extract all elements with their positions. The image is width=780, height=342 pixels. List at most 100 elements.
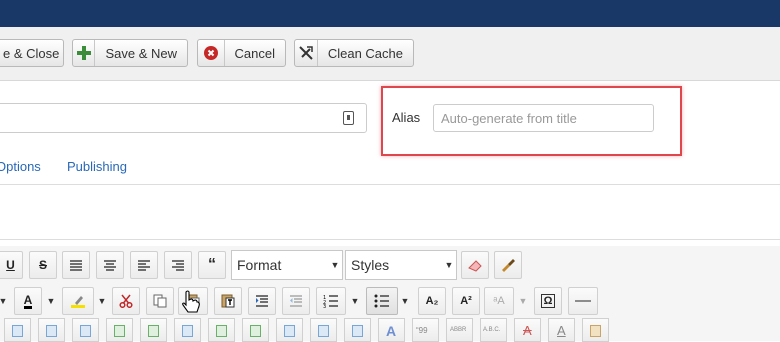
editor-divider — [0, 239, 780, 240]
special-char-button[interactable]: Ω — [534, 287, 562, 315]
horizontal-rule-button[interactable] — [568, 287, 598, 315]
chevron-down-icon[interactable]: ▼ — [0, 287, 10, 315]
chevron-down-icon: ▼ — [330, 260, 340, 270]
chevron-down-icon[interactable]: ▼ — [95, 287, 109, 315]
align-center-icon — [104, 260, 116, 271]
deletion-icon: A — [523, 323, 532, 338]
abbr-icon: ABBR — [450, 327, 467, 333]
clean-cache-label: Clean Cache — [327, 45, 403, 61]
flash-icon — [295, 40, 318, 66]
row-delete-button[interactable] — [174, 318, 201, 342]
col-after-button[interactable] — [242, 318, 269, 342]
cancel-label: Cancel — [234, 45, 275, 61]
alias-input[interactable] — [433, 104, 654, 132]
svg-text:3: 3 — [323, 304, 326, 308]
bullet-list-button[interactable] — [366, 287, 398, 315]
table-props-icon — [46, 325, 57, 337]
superscript-button[interactable]: A² — [452, 287, 480, 315]
copy-button[interactable] — [146, 287, 174, 315]
numbered-list-icon: 123 — [323, 295, 338, 308]
text-case-icon: ᵃA — [493, 295, 505, 307]
align-left-icon — [138, 260, 150, 271]
top-navbar — [0, 0, 780, 27]
indent-button[interactable] — [248, 287, 276, 315]
chevron-down-icon[interactable]: ▼ — [44, 287, 58, 315]
acronym-icon: A.B.C. — [483, 327, 501, 333]
cut-button[interactable] — [112, 287, 140, 315]
chevron-down-icon[interactable]: ▼ — [348, 287, 362, 315]
alias-label: Alias — [392, 110, 421, 125]
table-icon — [12, 325, 23, 337]
tab-publishing[interactable]: Publishing — [67, 159, 127, 174]
bullet-list-icon — [374, 294, 389, 308]
align-justify-icon — [70, 260, 82, 271]
chevron-down-icon[interactable]: ▼ — [516, 287, 530, 315]
numbered-list-button[interactable]: 123 — [316, 287, 346, 315]
character-case-button[interactable]: ᵃA — [484, 287, 514, 315]
outdent-button[interactable] — [282, 287, 310, 315]
merge-cells-icon — [318, 325, 329, 337]
deletion-button[interactable]: A — [514, 318, 541, 342]
style-button[interactable]: A — [378, 318, 405, 342]
eraser-icon — [468, 260, 482, 272]
brush-icon — [502, 259, 515, 272]
row-delete-icon — [182, 325, 193, 337]
row-after-button[interactable] — [140, 318, 167, 342]
acronym-button[interactable]: A.B.C. — [480, 318, 507, 342]
abbr-button[interactable]: ABBR — [446, 318, 473, 342]
format-select-label: Format — [237, 257, 282, 273]
row-before-icon — [114, 325, 125, 337]
quote-marks-icon: “99 — [416, 326, 428, 335]
cancel-button[interactable]: Cancel — [197, 39, 286, 67]
paste-text-icon — [221, 294, 235, 308]
omega-icon: Ω — [540, 294, 556, 308]
table-props-button[interactable] — [38, 318, 65, 342]
font-color-glyph: A — [23, 292, 33, 309]
copy-icon — [153, 294, 167, 308]
split-cells-icon — [352, 325, 363, 337]
row-before-button[interactable] — [106, 318, 133, 342]
align-right-icon — [172, 260, 184, 271]
paint-format-button[interactable] — [494, 251, 522, 279]
merge-cells-button[interactable] — [310, 318, 337, 342]
lock-icon[interactable] — [343, 111, 354, 125]
align-right-button[interactable] — [164, 251, 192, 279]
font-color-button[interactable]: A — [14, 287, 42, 315]
paste-text-button[interactable] — [214, 287, 242, 315]
align-justify-button[interactable] — [62, 251, 90, 279]
highlight-button[interactable] — [62, 287, 94, 315]
insertion-icon: A — [557, 323, 566, 338]
save-close-button[interactable]: e & Close — [0, 39, 64, 67]
quote-button[interactable]: “99 — [412, 318, 439, 342]
remove-format-button[interactable] — [461, 251, 489, 279]
attributes-icon — [590, 325, 601, 337]
blockquote-button[interactable]: “ — [198, 251, 226, 279]
underline-button[interactable]: U — [0, 251, 23, 279]
format-select[interactable]: Format ▼ — [231, 250, 343, 280]
style-icon: A — [386, 323, 397, 339]
clean-cache-button[interactable]: Clean Cache — [294, 39, 414, 67]
styles-select[interactable]: Styles ▼ — [345, 250, 457, 280]
highlighter-icon — [71, 296, 85, 308]
split-cells-button[interactable] — [344, 318, 371, 342]
col-after-icon — [250, 325, 261, 337]
align-left-button[interactable] — [130, 251, 158, 279]
chevron-down-icon[interactable]: ▼ — [398, 287, 412, 315]
title-input[interactable] — [0, 103, 367, 133]
align-center-button[interactable] — [96, 251, 124, 279]
attributes-button[interactable] — [582, 318, 609, 342]
table-delete-button[interactable] — [72, 318, 99, 342]
save-new-button[interactable]: Save & New — [72, 39, 188, 67]
col-before-button[interactable] — [208, 318, 235, 342]
tab-options[interactable]: Options — [0, 159, 41, 174]
subscript-button[interactable]: A₂ — [418, 287, 446, 315]
cancel-icon — [198, 40, 225, 66]
strikethrough-button[interactable]: S — [29, 251, 57, 279]
col-delete-button[interactable] — [276, 318, 303, 342]
styles-select-label: Styles — [351, 257, 390, 273]
insertion-button[interactable]: A — [548, 318, 575, 342]
table-button[interactable] — [4, 318, 31, 342]
row-after-icon — [148, 325, 159, 337]
hand-cursor-icon — [182, 290, 200, 313]
scissors-icon — [119, 294, 133, 308]
